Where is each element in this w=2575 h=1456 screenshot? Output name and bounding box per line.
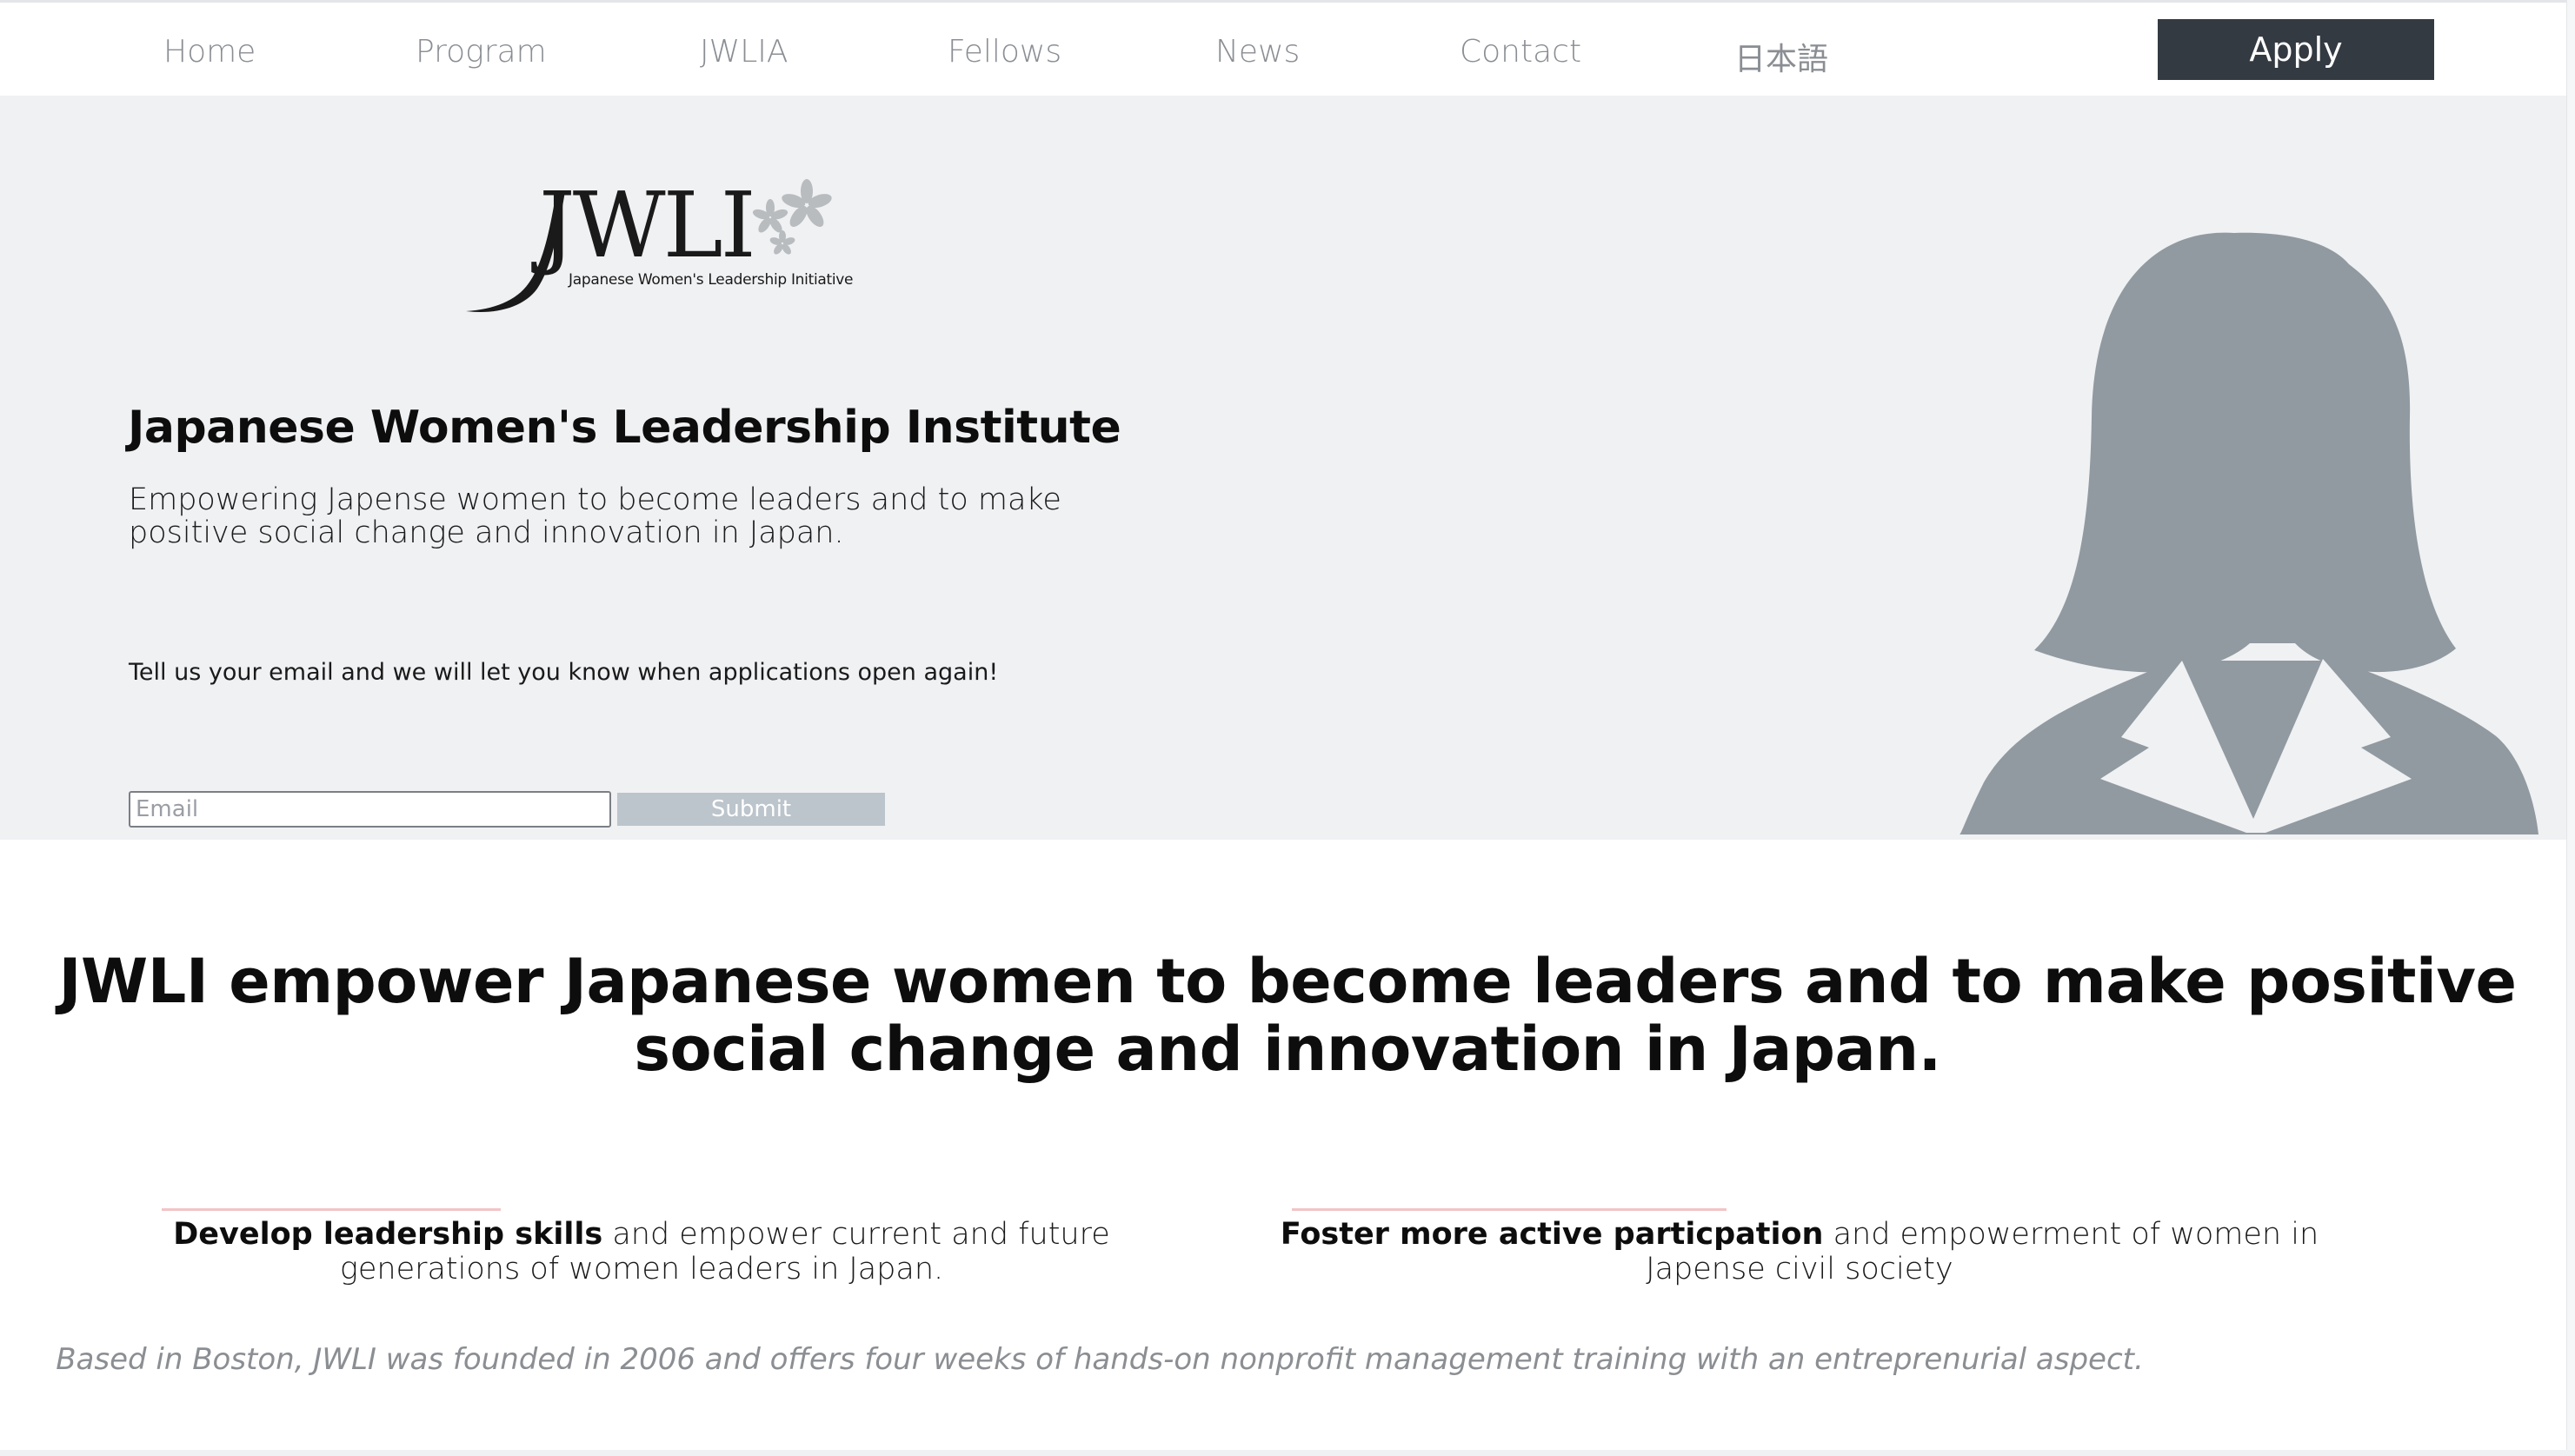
nav-item-jwlia[interactable]: JWLIA: [700, 34, 788, 70]
logo-subtext: Japanese Women's Leadership Initiative: [569, 271, 854, 289]
nav-item-program[interactable]: Program: [416, 34, 547, 70]
goal-participation-bold: Foster more active particpation: [1280, 1217, 1824, 1252]
logo-wordmark: JWLI: [539, 172, 756, 278]
profile-silhouette-image: [1960, 232, 2538, 834]
hero-title: Japanese Women's Leadership Institute: [128, 402, 1121, 454]
email-notify-text: Tell us your email and we will let you k…: [129, 659, 999, 686]
mission-headline: JWLI empower Japanese women to become le…: [0, 947, 2575, 1083]
mission-headline-text: JWLI empower Japanese women to become le…: [58, 946, 2517, 1085]
nav-item-news[interactable]: News: [1215, 34, 1300, 70]
page-scrollbar[interactable]: [2566, 0, 2575, 1456]
top-nav: Home Program JWLIA Fellows News Contact …: [0, 0, 2575, 96]
goal-accent-line: [162, 1208, 501, 1211]
founded-text: Based in Boston, JWLI was founded in 200…: [56, 1342, 2144, 1377]
goal-accent-line: [1292, 1208, 1727, 1211]
bottom-divider: [0, 1450, 2575, 1456]
jwli-logo[interactable]: JWLI Japanese Women's Leadership Initiat…: [461, 172, 854, 320]
goal-leadership: Develop leadership skills and empower cu…: [130, 1217, 1153, 1286]
email-input[interactable]: [129, 791, 611, 828]
nav-item-japanese[interactable]: 日本語: [1734, 34, 1828, 79]
hero-subtitle: Empowering Japense women to become leade…: [129, 482, 1061, 550]
goal-leadership-bold: Develop leadership skills: [173, 1217, 603, 1252]
nav-item-fellows[interactable]: Fellows: [948, 34, 1061, 70]
goal-participation: Foster more active particpation and empo…: [1280, 1217, 2319, 1286]
submit-button[interactable]: Submit: [617, 793, 885, 826]
hero-section: JWLI Japanese Women's Leadership Initiat…: [0, 96, 2575, 840]
nav-item-home[interactable]: Home: [163, 34, 256, 70]
apply-button[interactable]: Apply: [2158, 19, 2434, 80]
cherry-blossom-icon: [752, 179, 832, 255]
nav-item-contact[interactable]: Contact: [1460, 34, 1581, 70]
